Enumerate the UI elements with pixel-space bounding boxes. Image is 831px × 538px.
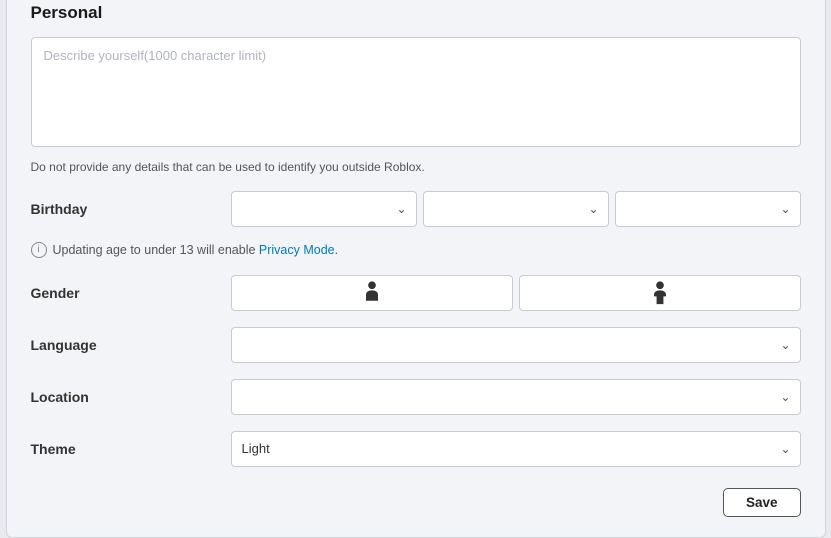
birthday-label: Birthday [31, 201, 231, 217]
location-select[interactable] [231, 379, 801, 415]
location-select-wrapper: ⌄ [231, 379, 801, 415]
section-title: Personal [31, 3, 801, 23]
theme-select[interactable]: Light Dark [231, 431, 801, 467]
birthday-controls: JanuaryFebruaryMarch AprilMayJune JulyAu… [231, 191, 801, 227]
birthday-day-wrapper: ⌄ [423, 191, 609, 227]
female-figure-icon [649, 281, 671, 305]
birthday-day-select[interactable] [423, 191, 609, 227]
gender-female-button[interactable] [519, 275, 801, 311]
language-row: Language ⌄ [31, 326, 801, 364]
birthday-month-wrapper: JanuaryFebruaryMarch AprilMayJune JulyAu… [231, 191, 417, 227]
gender-male-button[interactable] [231, 275, 513, 311]
language-select-wrapper: ⌄ [231, 327, 801, 363]
gender-label: Gender [31, 285, 231, 301]
gender-controls [231, 275, 801, 311]
male-figure-icon [363, 281, 381, 305]
privacy-note: Do not provide any details that can be u… [31, 160, 801, 174]
theme-row: Theme Light Dark ⌄ [31, 430, 801, 468]
gender-row: Gender [31, 274, 801, 312]
theme-controls: Light Dark ⌄ [231, 431, 801, 467]
birthday-year-wrapper: ⌄ [615, 191, 801, 227]
age-notice-text: Updating age to under 13 will enable Pri… [53, 243, 339, 257]
birthday-month-select[interactable]: JanuaryFebruaryMarch AprilMayJune JulyAu… [231, 191, 417, 227]
personal-settings-panel: Personal Do not provide any details that… [6, 0, 826, 538]
info-icon: i [31, 242, 47, 258]
theme-label: Theme [31, 441, 231, 457]
birthday-row: Birthday JanuaryFebruaryMarch AprilMayJu… [31, 190, 801, 228]
bio-textarea[interactable] [31, 37, 801, 147]
theme-select-wrapper: Light Dark ⌄ [231, 431, 801, 467]
birthday-year-select[interactable] [615, 191, 801, 227]
save-row: Save [31, 488, 801, 517]
location-controls: ⌄ [231, 379, 801, 415]
language-controls: ⌄ [231, 327, 801, 363]
save-button[interactable]: Save [723, 488, 801, 517]
age-notice-row: i Updating age to under 13 will enable P… [31, 242, 801, 258]
privacy-mode-link[interactable]: Privacy Mode [259, 243, 335, 257]
language-select[interactable] [231, 327, 801, 363]
language-label: Language [31, 337, 231, 353]
location-row: Location ⌄ [31, 378, 801, 416]
location-label: Location [31, 389, 231, 405]
